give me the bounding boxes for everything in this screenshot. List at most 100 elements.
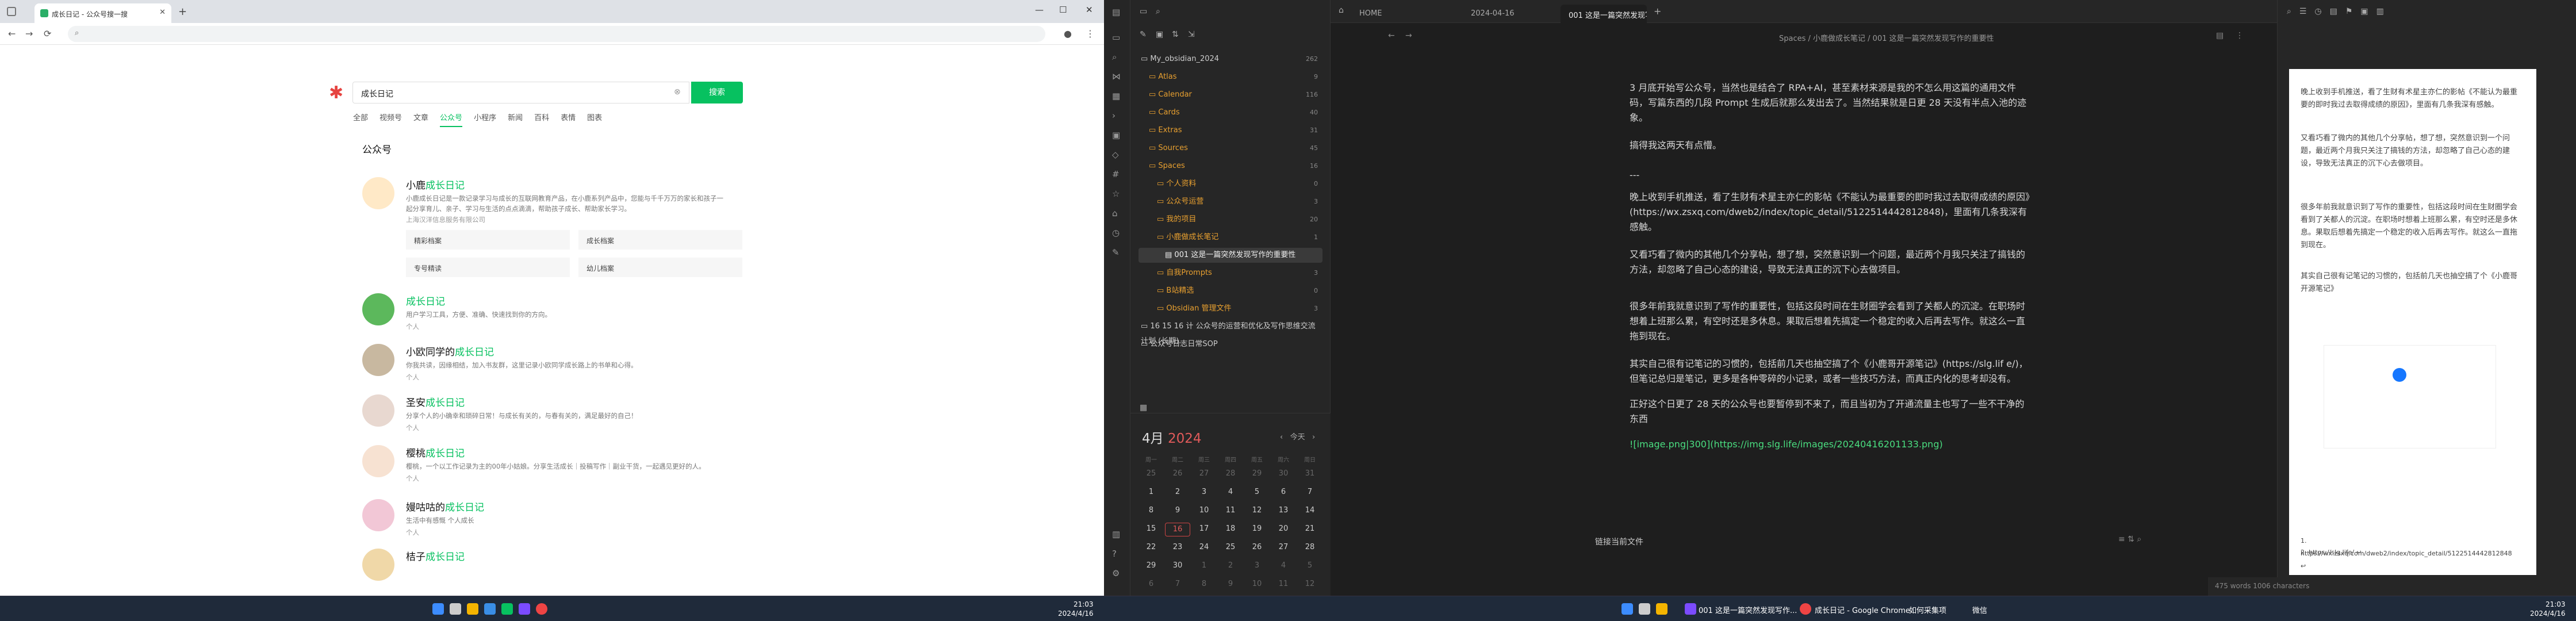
tab-6[interactable]: 百科 bbox=[534, 112, 549, 127]
calendar-day[interactable]: 3 bbox=[1244, 559, 1270, 573]
file-tree-item[interactable]: ▭ 自我Prompts 3 bbox=[1138, 266, 1322, 281]
prev-month-icon[interactable]: ‹ bbox=[1280, 433, 1283, 442]
sub-menu-item[interactable]: 幼儿档案 bbox=[578, 258, 742, 277]
file-tree-item[interactable]: ▭ 个人资料 0 bbox=[1138, 177, 1322, 191]
calendar-day[interactable]: 14 bbox=[1297, 504, 1322, 518]
account-name[interactable]: 成长日记 bbox=[406, 293, 445, 308]
calendar-day[interactable]: 3 bbox=[1191, 486, 1217, 500]
calendar-day[interactable]: 11 bbox=[1271, 578, 1296, 592]
next-month-icon[interactable]: › bbox=[1312, 433, 1315, 442]
tab-daily-note[interactable]: 2024-04-16 bbox=[1463, 5, 1523, 23]
search-icon[interactable] bbox=[450, 603, 461, 615]
folder-icon[interactable]: ▭ bbox=[1140, 7, 1147, 16]
calendar-day[interactable]: 30 bbox=[1165, 559, 1190, 573]
calendar-day[interactable]: 30 bbox=[1271, 467, 1296, 481]
calendar-day[interactable]: 8 bbox=[1191, 578, 1217, 592]
search-input[interactable]: 成长日记 bbox=[352, 82, 689, 103]
file-tree-item[interactable]: ▭ Atlas 9 bbox=[1138, 70, 1322, 85]
forward-icon[interactable]: → bbox=[25, 28, 33, 39]
terminal-icon[interactable]: › bbox=[1112, 110, 1116, 121]
settings-icon[interactable]: ⚙ bbox=[1112, 568, 1120, 578]
calendar-day[interactable]: 29 bbox=[1244, 467, 1270, 481]
calendar-day[interactable]: 7 bbox=[1165, 578, 1190, 592]
today-button[interactable]: 今天 bbox=[1290, 433, 1305, 442]
calendar-day[interactable]: 2 bbox=[1165, 486, 1190, 500]
search-icon[interactable] bbox=[1639, 603, 1650, 615]
calendar-day[interactable]: 1 bbox=[1191, 559, 1217, 573]
account-item[interactable]: 小鹿成长日记 小鹿成长日记是一款记录学习与成长的互联网教育产品，在小鹿系列产品中，… bbox=[362, 177, 742, 286]
calendar-day[interactable]: 29 bbox=[1138, 559, 1164, 573]
calendar-day[interactable]: 19 bbox=[1244, 523, 1270, 536]
file-tree-item[interactable]: ▭ My_obsidian_2024 262 bbox=[1138, 52, 1322, 67]
help-icon[interactable]: ? bbox=[1112, 549, 1117, 559]
close-window-icon[interactable]: ✕ bbox=[1086, 5, 1093, 15]
calendar-day[interactable]: 22 bbox=[1138, 541, 1164, 555]
obsidian-icon[interactable] bbox=[1685, 603, 1696, 615]
account-item[interactable]: 嫚咕咕的成长日记 生活中有感慨 个人成长 个人 bbox=[362, 499, 730, 545]
calendar-day[interactable]: 6 bbox=[1138, 578, 1164, 592]
file-tree-item[interactable]: ▭ Spaces 16 bbox=[1138, 159, 1322, 174]
profile-icon[interactable]: ● bbox=[1064, 28, 1072, 39]
chrome-tab[interactable]: 成长日记 - 公众号搜一搜 ✕ bbox=[34, 3, 171, 23]
file-tree-item[interactable]: ▭ 我的项目 20 bbox=[1138, 212, 1322, 227]
graph-icon[interactable]: ⋈ bbox=[1112, 71, 1121, 82]
close-tab-icon[interactable]: ✕ bbox=[159, 8, 166, 17]
sub-menu-item[interactable]: 成长档案 bbox=[578, 230, 742, 250]
file-tree-item[interactable]: ▭ Calendar 116 bbox=[1138, 87, 1322, 102]
tab-current-note[interactable]: 001 这是一篇突然发现写作的重要性... bbox=[1561, 5, 1647, 23]
account-name[interactable]: 小欧同学的成长日记 bbox=[406, 344, 494, 358]
account-name[interactable]: 樱桃成长日记 bbox=[406, 445, 465, 459]
calendar-day[interactable]: 11 bbox=[1218, 504, 1243, 518]
task-obsidian[interactable]: 001 这是一篇突然发现写作... bbox=[1699, 604, 1797, 615]
file-tree-item[interactable]: ▭ Sources 45 bbox=[1138, 141, 1322, 156]
calendar-day[interactable]: 25 bbox=[1218, 541, 1243, 555]
sort-icon[interactable]: ⇅ bbox=[1172, 30, 1179, 39]
new-note-icon[interactable]: ✎ bbox=[1140, 30, 1147, 39]
tab-8[interactable]: 图表 bbox=[587, 112, 602, 127]
new-tab-icon[interactable]: + bbox=[1654, 6, 1661, 17]
obsidian-icon[interactable] bbox=[519, 603, 530, 615]
account-name[interactable]: 圣安成长日记 bbox=[406, 394, 465, 409]
calendar-day[interactable]: 7 bbox=[1297, 486, 1322, 500]
address-bar[interactable]: ⌕ bbox=[68, 26, 1045, 42]
calendar-day[interactable]: 26 bbox=[1165, 467, 1190, 481]
tab-5[interactable]: 新闻 bbox=[508, 112, 523, 127]
file-tree-item[interactable]: ▭ Obsidian 管理文件 3 bbox=[1138, 301, 1322, 316]
template-icon[interactable]: ▣ bbox=[1112, 130, 1120, 140]
account-item[interactable]: 小欧同学的成长日记 你我共读，因缘相结，加入书友群，这里记录小欧同学成长路上的书单… bbox=[362, 344, 730, 390]
calendar-day[interactable]: 9 bbox=[1165, 504, 1190, 518]
calendar-day[interactable]: 13 bbox=[1271, 504, 1296, 518]
calendar-day[interactable]: 4 bbox=[1218, 486, 1243, 500]
calendar-day[interactable]: 9 bbox=[1218, 578, 1243, 592]
wechat-icon[interactable] bbox=[501, 603, 513, 615]
calendar-day[interactable]: 12 bbox=[1244, 504, 1270, 518]
tab-home[interactable]: HOME bbox=[1351, 5, 1390, 23]
start-icon[interactable] bbox=[1621, 603, 1633, 615]
home-icon[interactable]: ⌂ bbox=[1112, 208, 1118, 218]
start-icon[interactable] bbox=[432, 603, 444, 615]
chrome-icon[interactable] bbox=[1800, 603, 1811, 615]
chrome-icon[interactable] bbox=[536, 603, 547, 615]
right-sidebar-icons[interactable]: ⌕☰◷▤⚑▣▥ bbox=[2287, 7, 2392, 16]
account-name[interactable]: 嫚咕咕的成长日记 bbox=[406, 499, 484, 513]
file-tree-item[interactable]: ▭ Cards 40 bbox=[1138, 105, 1322, 120]
history-icon[interactable]: ◷ bbox=[1112, 228, 1120, 238]
calendar-day[interactable]: 4 bbox=[1271, 559, 1296, 573]
reload-icon[interactable]: ⟳ bbox=[44, 28, 51, 39]
calendar-day[interactable]: 17 bbox=[1191, 523, 1217, 536]
explorer-icon[interactable] bbox=[467, 603, 478, 615]
minimize-icon[interactable]: — bbox=[1035, 5, 1044, 15]
file-tree-item[interactable]: ▭ 16 15 16 计 公众号的运营和优化及写作思维交流计划 (长期)... bbox=[1138, 319, 1322, 346]
backlinks-header[interactable]: 链接当前文件 bbox=[1595, 536, 1643, 547]
calendar-panel-icon[interactable]: ▦ bbox=[1140, 403, 1147, 412]
calendar-day[interactable]: 1 bbox=[1138, 486, 1164, 500]
account-name[interactable]: 桔子成长日记 bbox=[406, 549, 465, 563]
account-item[interactable]: 成长日记 用户学习工具，方便、准确、快速找到你的方向。 个人 bbox=[362, 293, 730, 339]
calendar-day[interactable]: 20 bbox=[1271, 523, 1296, 536]
tag-icon[interactable]: # bbox=[1112, 169, 1120, 179]
explorer-icon[interactable] bbox=[1656, 603, 1667, 615]
calendar-day[interactable]: 31 bbox=[1297, 467, 1322, 481]
sub-menu-item[interactable]: 专号精读 bbox=[406, 258, 570, 277]
clear-icon[interactable]: ⊗ bbox=[674, 87, 681, 97]
plugin-icon[interactable]: ✎ bbox=[1112, 247, 1120, 258]
